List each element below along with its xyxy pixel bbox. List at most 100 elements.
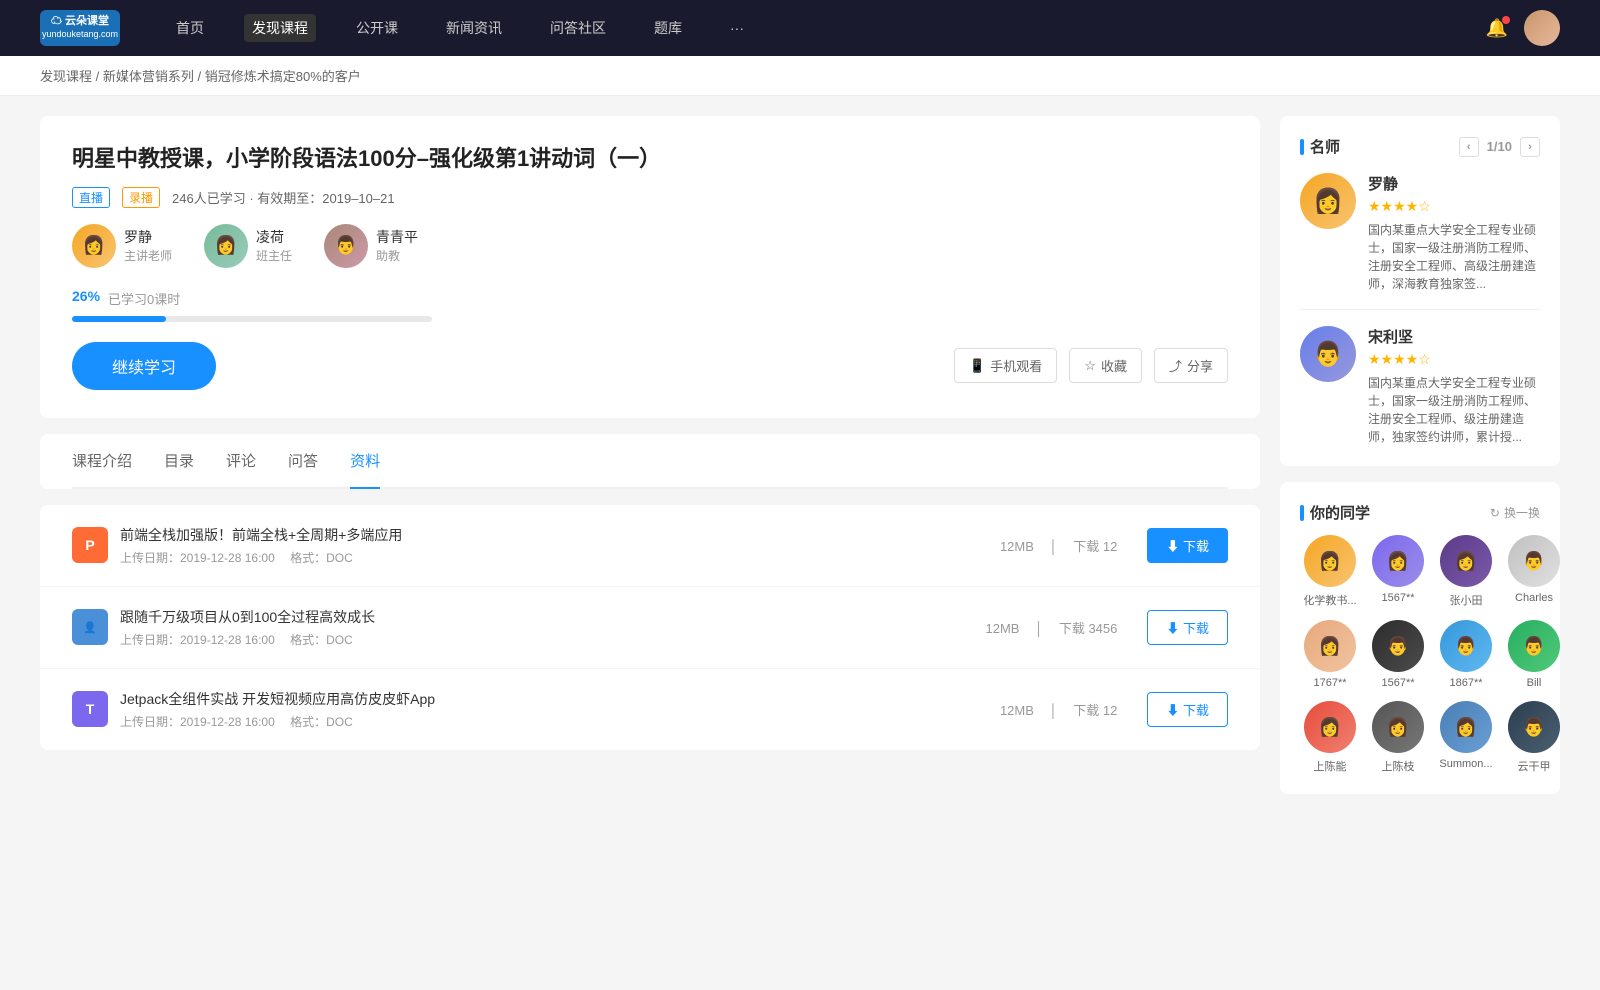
course-title: 明星中教授课，小学阶段语法100分–强化级第1讲动词（一） xyxy=(72,144,1228,175)
classmate-item-11[interactable]: 👨 云干甲 xyxy=(1504,701,1564,774)
resource-item-0: P 前端全栈加强版！前端全栈+全周期+多端应用 上传日期：2019-12-28 … xyxy=(40,505,1260,587)
bell-dot xyxy=(1502,16,1510,24)
title-bar-icon xyxy=(1300,139,1304,155)
classmate-item-7[interactable]: 👨 Bill xyxy=(1504,620,1564,689)
teacher-item-0: 👩 罗静 主讲老师 xyxy=(72,224,172,268)
tab-toc[interactable]: 目录 xyxy=(164,434,194,489)
resource-title-1: 跟随千万级项目从0到100全过程高效成长 xyxy=(120,607,955,627)
classmate-item-4[interactable]: 👩 1767** xyxy=(1300,620,1360,689)
nav-item-qa[interactable]: 问答社区 xyxy=(542,14,614,42)
refresh-icon: ↻ xyxy=(1490,506,1500,520)
classmate-name-8: 上陈能 xyxy=(1300,758,1360,774)
classmate-name-3: Charles xyxy=(1504,592,1564,604)
main-container: 明星中教授课，小学阶段语法100分–强化级第1讲动词（一） 直播 录播 246人… xyxy=(0,96,1600,830)
next-teacher-btn[interactable]: › xyxy=(1520,137,1540,157)
teacher-panel-avatar-0: 👩 xyxy=(1300,173,1356,229)
nav-right: 🔔 xyxy=(1486,10,1560,46)
user-avatar-nav[interactable] xyxy=(1524,10,1560,46)
teacher-panel-stars-0: ★★★★☆ xyxy=(1368,198,1540,215)
tab-resource[interactable]: 资料 xyxy=(350,434,380,489)
resource-icon-1: 👤 xyxy=(72,609,108,645)
course-meta-text: 246人已学习 · 有效期至：2019–10–21 xyxy=(172,188,395,207)
nav-item-more[interactable]: ··· xyxy=(722,16,752,40)
classmate-name-9: 上陈枝 xyxy=(1368,758,1428,774)
progress-bar-fill xyxy=(72,316,166,322)
classmates-panel-header: 你的同学 ↻ 换一换 xyxy=(1300,502,1540,523)
continue-button[interactable]: 继续学习 xyxy=(72,342,216,390)
action-btns: 📱 手机观看 ☆ 收藏 ⤴ 分享 xyxy=(954,348,1228,383)
nav-item-bank[interactable]: 题库 xyxy=(646,14,690,42)
resource-stats-2: 12MB │ 下载 12 xyxy=(994,700,1123,719)
classmate-avatar-7: 👨 xyxy=(1508,620,1560,672)
mobile-watch-button[interactable]: 📱 手机观看 xyxy=(954,348,1057,383)
classmate-item-9[interactable]: 👩 上陈枝 xyxy=(1368,701,1428,774)
teacher-item-1: 👩 凌荷 班主任 xyxy=(204,224,292,268)
classmate-item-5[interactable]: 👨 1567** xyxy=(1368,620,1428,689)
resource-meta-1: 上传日期：2019-12-28 16:00 格式：DOC xyxy=(120,631,955,648)
classmate-name-2: 张小田 xyxy=(1436,592,1496,608)
teacher-name-1: 凌荷 xyxy=(256,227,292,247)
tabs-card: 课程介绍 目录 评论 问答 资料 xyxy=(40,434,1260,489)
teacher-panel-name-0: 罗静 xyxy=(1368,173,1540,194)
teacher-avatar-2: 👨 xyxy=(324,224,368,268)
classmate-name-4: 1767** xyxy=(1300,677,1360,689)
download-button-2[interactable]: ⬇ 下载 xyxy=(1147,692,1228,727)
badge-record: 录播 xyxy=(122,187,160,208)
share-button[interactable]: ⤴ 分享 xyxy=(1154,348,1228,383)
teacher-role-0: 主讲老师 xyxy=(124,247,172,264)
classmate-avatar-0: 👩 xyxy=(1304,535,1356,587)
resource-title-2: Jetpack全组件实战 开发短视频应用高仿皮皮虾App xyxy=(120,689,970,709)
teacher-role-1: 班主任 xyxy=(256,247,292,264)
teacher-role-2: 助教 xyxy=(376,247,418,264)
download-button-0[interactable]: ⬇ 下载 xyxy=(1147,528,1228,563)
bell-icon[interactable]: 🔔 xyxy=(1486,18,1508,39)
teacher-avatar-0: 👩 xyxy=(72,224,116,268)
classmate-item-3[interactable]: 👨 Charles xyxy=(1504,535,1564,608)
refresh-classmates-btn[interactable]: ↻ 换一换 xyxy=(1490,504,1540,521)
classmate-item-0[interactable]: 👩 化学教书... xyxy=(1300,535,1360,608)
classmate-name-6: 1867** xyxy=(1436,677,1496,689)
breadcrumb-current: 销冠修炼术搞定80%的客户 xyxy=(205,69,361,84)
tab-qa[interactable]: 问答 xyxy=(288,434,318,489)
resource-list: P 前端全栈加强版！前端全栈+全周期+多端应用 上传日期：2019-12-28 … xyxy=(40,505,1260,750)
classmate-item-6[interactable]: 👨 1867** xyxy=(1436,620,1496,689)
classmate-avatar-1: 👩 xyxy=(1372,535,1424,587)
logo-area[interactable]: ☁ 云朵课堂yundouketang.com xyxy=(40,10,120,46)
classmate-item-8[interactable]: 👩 上陈能 xyxy=(1300,701,1360,774)
prev-teacher-btn[interactable]: ‹ xyxy=(1459,137,1479,157)
classmate-avatar-9: 👩 xyxy=(1372,701,1424,753)
tab-intro[interactable]: 课程介绍 xyxy=(72,434,132,489)
resource-icon-0: P xyxy=(72,527,108,563)
title-bar-icon-2 xyxy=(1300,505,1304,521)
breadcrumb-link-series[interactable]: 新媒体营销系列 xyxy=(103,69,194,84)
teacher-panel-item-0: 👩 罗静 ★★★★☆ 国内某重点大学安全工程专业硕士，国家一级注册消防工程师、注… xyxy=(1300,173,1540,310)
classmate-avatar-10: 👩 xyxy=(1440,701,1492,753)
classmate-name-1: 1567** xyxy=(1368,592,1428,604)
classmate-item-1[interactable]: 👩 1567** xyxy=(1368,535,1428,608)
classmate-avatar-8: 👩 xyxy=(1304,701,1356,753)
course-header-card: 明星中教授课，小学阶段语法100分–强化级第1讲动词（一） 直播 录播 246人… xyxy=(40,116,1260,418)
tab-review[interactable]: 评论 xyxy=(226,434,256,489)
resource-stats-1: 12MB │ 下载 3456 xyxy=(979,618,1123,637)
classmate-item-2[interactable]: 👩 张小田 xyxy=(1436,535,1496,608)
teacher-item-2: 👨 青青平 助教 xyxy=(324,224,418,268)
breadcrumb-link-discover[interactable]: 发现课程 xyxy=(40,69,92,84)
nav-item-discover[interactable]: 发现课程 xyxy=(244,14,316,42)
teacher-panel-desc-1: 国内某重点大学安全工程专业硕士，国家一级注册消防工程师、注册安全工程师、级注册建… xyxy=(1368,374,1540,446)
download-button-1[interactable]: ⬇ 下载 xyxy=(1147,610,1228,645)
tabs-row: 课程介绍 目录 评论 问答 资料 xyxy=(72,434,1228,489)
classmate-item-10[interactable]: 👩 Summon... xyxy=(1436,701,1496,774)
nav-item-open[interactable]: 公开课 xyxy=(348,14,406,42)
classmate-name-11: 云干甲 xyxy=(1504,758,1564,774)
teacher-panel-name-1: 宋利坚 xyxy=(1368,326,1540,347)
classmate-name-7: Bill xyxy=(1504,677,1564,689)
nav-item-home[interactable]: 首页 xyxy=(168,14,212,42)
navbar: ☁ 云朵课堂yundouketang.com 首页 发现课程 公开课 新闻资讯 … xyxy=(0,0,1600,56)
nav-item-news[interactable]: 新闻资讯 xyxy=(438,14,510,42)
collect-button[interactable]: ☆ 收藏 xyxy=(1069,348,1142,383)
action-row: 继续学习 📱 手机观看 ☆ 收藏 ⤴ 分享 xyxy=(72,342,1228,390)
progress-sub: 已学习0课时 xyxy=(108,289,180,308)
teacher-panel-desc-0: 国内某重点大学安全工程专业硕士，国家一级注册消防工程师、注册安全工程师、高级注册… xyxy=(1368,221,1540,293)
resource-info-0: 前端全栈加强版！前端全栈+全周期+多端应用 上传日期：2019-12-28 16… xyxy=(120,525,970,566)
classmates-panel-title: 你的同学 xyxy=(1300,502,1370,523)
